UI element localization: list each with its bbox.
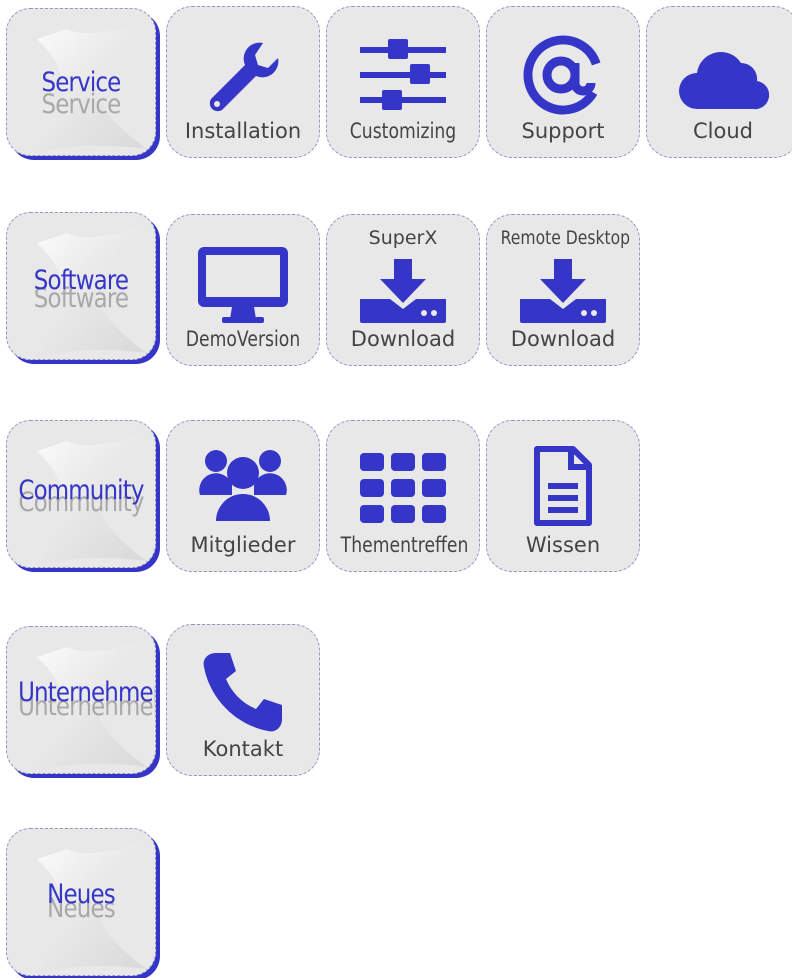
category-label: Unternehmen [18,677,156,708]
category-service[interactable]: Service Service [6,8,156,156]
tile-label: Support [521,119,605,143]
category-software[interactable]: Software Software [6,212,156,360]
tile-top-label: SuperX [368,227,438,249]
tile-demoversion[interactable]: DemoVersion [166,214,320,366]
tile-remote-desktop-download[interactable]: Remote Desktop Download [486,214,640,366]
tile-thementreffen[interactable]: Thementreffen [326,420,480,572]
tile-top-label: Remote Desktop [500,227,631,249]
category-label: Community [18,475,144,506]
tile-label: DemoVersion [185,327,301,351]
category-neues[interactable]: Neues Neues [6,828,156,976]
tile-superx-download[interactable]: SuperX Download [326,214,480,366]
tile-support[interactable]: Support [486,6,640,158]
tile-installation[interactable]: Installation [166,6,320,158]
tile-cloud[interactable]: Cloud [646,6,792,158]
tile-label: Kontakt [202,737,284,761]
document-icon [487,445,639,527]
tile-label: Mitglieder [190,533,296,557]
tile-label: Customizing [349,119,457,143]
at-sign-icon [487,33,639,117]
sliders-icon [327,39,479,113]
users-icon [167,447,319,523]
download-icon [487,259,639,323]
tile-label: Download [510,327,616,351]
tile-wissen[interactable]: Wissen [486,420,640,572]
category-unternehmen[interactable]: Unternehmen Unternehmen [6,626,156,774]
category-label: Neues [47,879,116,910]
category-community[interactable]: Community Community [6,420,156,568]
grid-icon [327,453,479,523]
download-icon [327,259,479,323]
tile-kontakt[interactable]: Kontakt [166,624,320,776]
tile-customizing[interactable]: Customizing [326,6,480,158]
cloud-icon [647,45,792,111]
wrench-icon [167,39,319,115]
tile-label: Cloud [693,119,753,143]
category-label: Software [33,265,129,296]
tile-label: Installation [184,119,302,143]
category-label: Service [41,67,122,98]
tile-label: Download [350,327,456,351]
tile-label: Thementreffen [340,533,469,557]
tile-mitglieder[interactable]: Mitglieder [166,420,320,572]
phone-icon [167,649,319,735]
tile-label: Wissen [525,533,601,557]
monitor-icon [167,245,319,325]
